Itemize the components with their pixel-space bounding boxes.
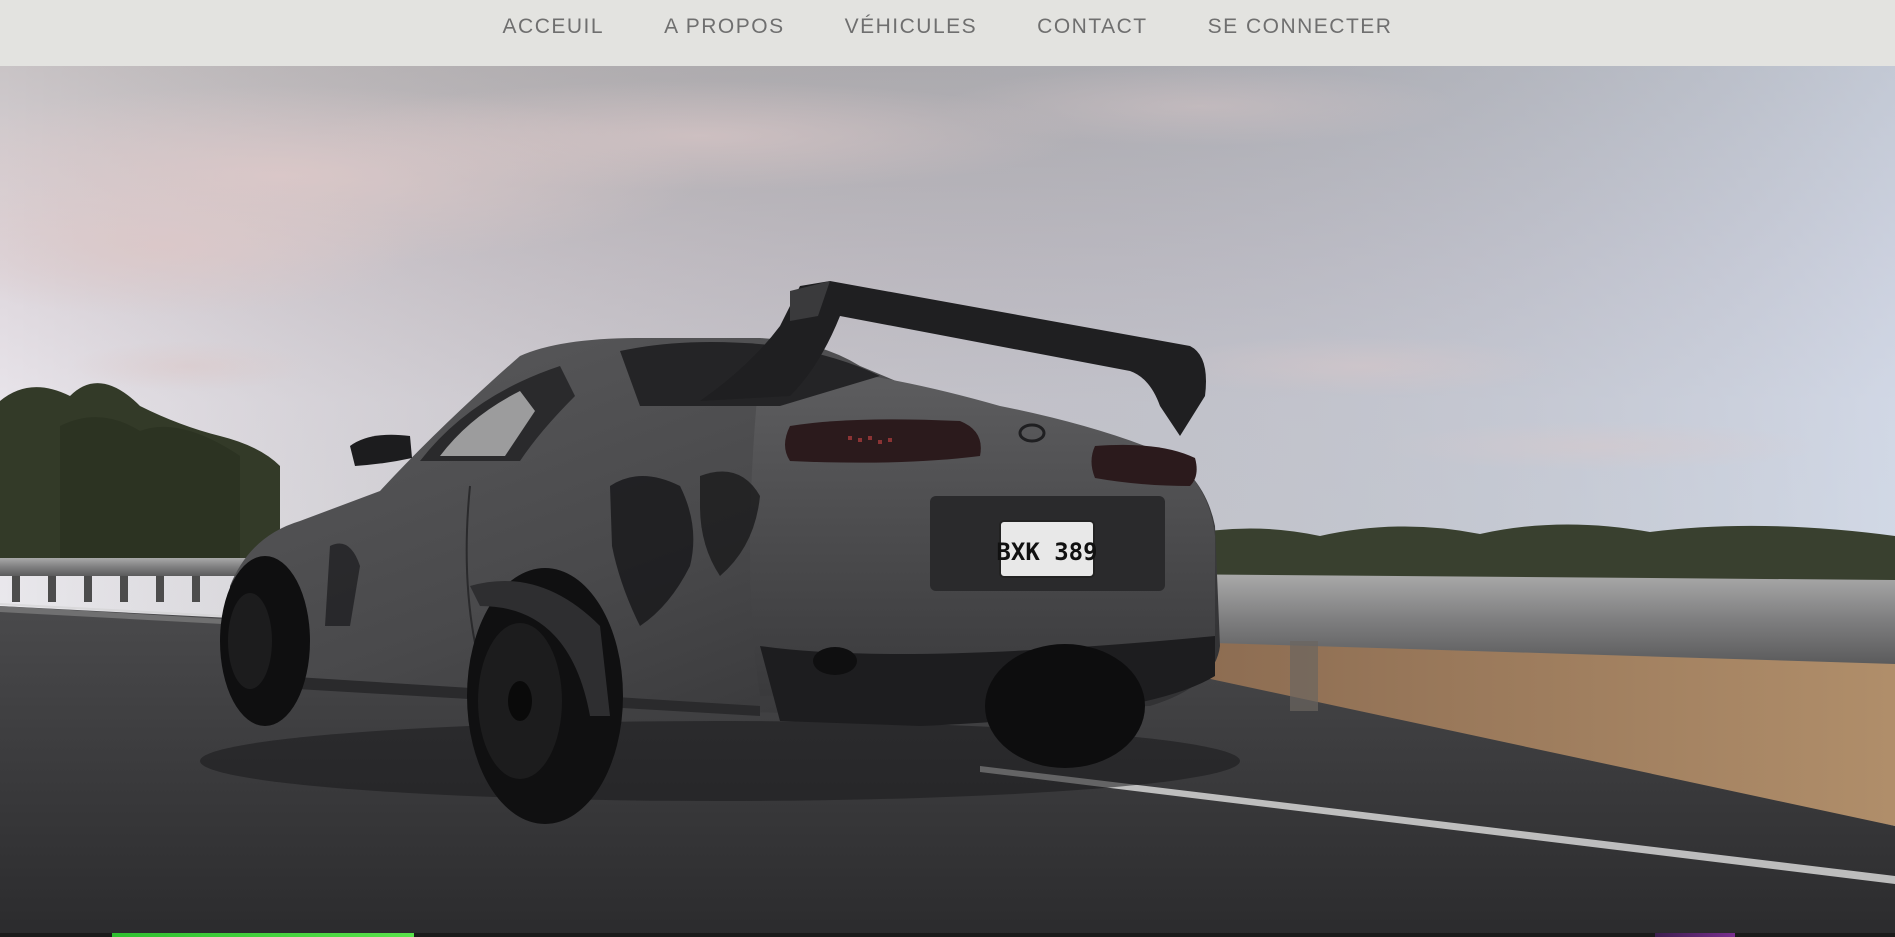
hero-image: BXK 389 bbox=[0, 66, 1895, 937]
top-navigation: ACCEUIL A PROPOS VÉHICULES CONTACT SE CO… bbox=[0, 0, 1895, 66]
nav-link-contact[interactable]: CONTACT bbox=[1037, 0, 1147, 54]
video-progress-end-marker bbox=[1655, 933, 1735, 937]
license-plate-text: BXK 389 bbox=[996, 538, 1097, 566]
nav-link-vehicules[interactable]: VÉHICULES bbox=[845, 0, 978, 54]
nav-link-a-propos[interactable]: A PROPOS bbox=[664, 0, 785, 54]
nav-link-acceuil[interactable]: ACCEUIL bbox=[503, 0, 605, 54]
video-progress-fill bbox=[112, 933, 414, 937]
nav-link-se-connecter[interactable]: SE CONNECTER bbox=[1208, 0, 1393, 54]
video-progress-bar[interactable] bbox=[0, 933, 1895, 937]
hero-video-background: BXK 389 bbox=[0, 66, 1895, 937]
